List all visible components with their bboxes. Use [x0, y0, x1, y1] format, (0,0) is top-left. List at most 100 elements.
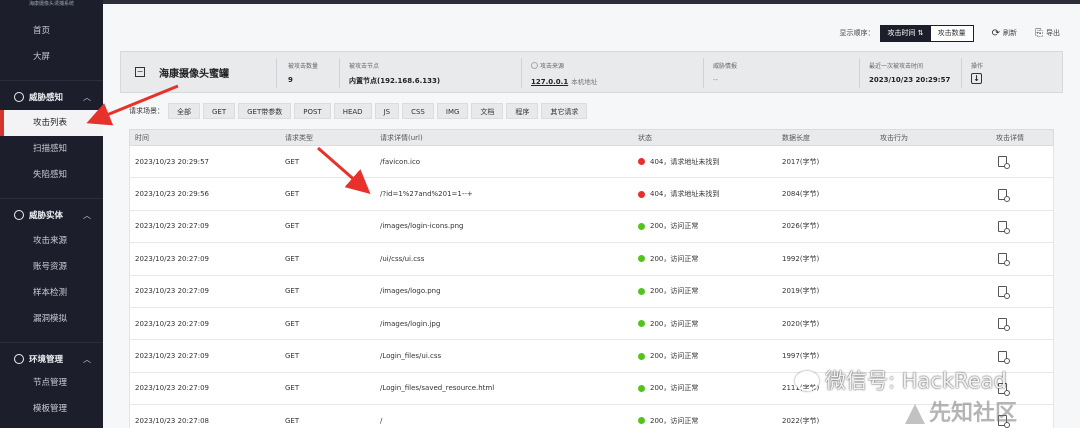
attack-detail-icon[interactable]	[998, 156, 1010, 170]
cell-type: GET	[285, 384, 300, 393]
table-row[interactable]: 2023/10/23 20:29:56 GET /?id=1%27and%201=1…	[129, 178, 1054, 211]
cell-status: 200，访问正常	[638, 243, 698, 274]
cell-url: /favicon.ico	[380, 157, 421, 166]
cell-type: GET	[285, 222, 300, 231]
filter-chip-img[interactable]: IMG	[436, 103, 469, 119]
cell-detail	[998, 243, 1010, 274]
cell-time: 2023/10/23 20:27:08	[135, 416, 210, 425]
status-dot	[638, 417, 645, 425]
cell-status: 404，请求地址未找到	[638, 146, 719, 177]
threat-entity-icon	[14, 210, 24, 220]
status-dot	[638, 255, 645, 263]
cell-type: GET	[285, 254, 300, 263]
cell-url: /images/login.jpg	[380, 319, 441, 328]
attack-detail-icon[interactable]	[998, 350, 1010, 364]
filter-chip-js[interactable]: JS	[374, 103, 400, 119]
cell-status: 200，访问正常	[638, 211, 698, 242]
sidebar-group-threat-entity[interactable]: 威胁实体 ︿	[0, 203, 103, 229]
cell-length: 2020(字节)	[782, 319, 820, 328]
cell-type: GET	[285, 190, 300, 199]
sidebar-item-attack-list[interactable]: 攻击列表	[0, 110, 103, 136]
cell-length: 2026(字节)	[782, 222, 820, 231]
sidebar-item-node-management[interactable]: 节点管理	[0, 370, 103, 396]
request-scene-filter: 请求场景： 全部 GET GET带参数 POST HEAD JS CSS IMG…	[129, 103, 590, 119]
cell-url: /images/login-icons.png	[380, 222, 464, 231]
cell-type: GET	[285, 416, 300, 425]
filter-chip-post[interactable]: POST	[294, 103, 331, 119]
sidebar-item-bigscreen[interactable]: 大屏	[0, 44, 103, 70]
filter-chip-document[interactable]: 文档	[471, 103, 504, 119]
status-dot	[638, 190, 645, 198]
sidebar-item-sample-detection[interactable]: 样本检测	[0, 280, 103, 306]
cell-status: 200，访问正常	[638, 405, 698, 428]
filter-chip-get-params[interactable]: GET带参数	[238, 103, 292, 119]
filter-chip-program[interactable]: 程序	[506, 103, 539, 119]
cell-status: 200，访问正常	[638, 308, 698, 339]
filter-chip-other[interactable]: 其它请求	[541, 103, 588, 119]
card-separator	[703, 58, 704, 88]
attack-detail-icon[interactable]	[998, 220, 1010, 234]
refresh-button[interactable]: ⟳ 刷新	[992, 28, 1017, 39]
source-ip-link[interactable]: 127.0.0.1	[531, 78, 568, 86]
threat-perception-icon	[14, 92, 24, 102]
status-dot	[638, 352, 645, 360]
sidebar-group-threat-perception[interactable]: 威胁感知 ︿	[0, 85, 103, 111]
source-icon	[531, 62, 538, 69]
order-segmented-control: 攻击时间 ⇅ 攻击数量	[879, 24, 974, 42]
cell-url: /?id=1%27and%201=1--+	[380, 190, 473, 199]
cell-status: 200，访问正常	[638, 340, 698, 371]
order-by-time-button[interactable]: 攻击时间 ⇅	[880, 25, 931, 41]
cell-status: 200，访问正常	[638, 373, 698, 404]
toolbar: 显示顺序： 攻击时间 ⇅ 攻击数量 ⟳ 刷新 ⎘ 导出	[840, 24, 1060, 42]
status-dot	[638, 384, 645, 392]
cell-time: 2023/10/23 20:29:56	[135, 190, 210, 199]
main-content: 显示顺序： 攻击时间 ⇅ 攻击数量 ⟳ 刷新 ⎘ 导出 − 海康摄像头蜜罐 被攻…	[103, 0, 1080, 428]
export-button[interactable]: ⎘ 导出	[1035, 28, 1060, 39]
cell-url: /Login_files/saved_resource.html	[380, 384, 495, 393]
cell-time: 2023/10/23 20:27:09	[135, 222, 210, 231]
honeypot-summary-card: − 海康摄像头蜜罐 被攻击数量 9 被攻击节点 内置节点(192.168.6.1…	[120, 51, 1063, 93]
sidebar-item-scan-perception[interactable]: 扫描感知	[0, 136, 103, 162]
filter-chip-get[interactable]: GET	[203, 103, 236, 119]
order-by-count-button[interactable]: 攻击数量	[930, 25, 973, 41]
attack-detail-icon[interactable]	[998, 318, 1010, 332]
collapse-icon[interactable]: −	[135, 67, 145, 77]
table-row[interactable]: 2023/10/23 20:27:09 GET/images/logo.png 20…	[129, 275, 1054, 308]
sidebar-item-account-resource[interactable]: 账号资源	[0, 254, 103, 280]
cell-type: GET	[285, 352, 300, 361]
column-header-detail: 攻击详情	[996, 133, 1024, 142]
filter-chip-head[interactable]: HEAD	[333, 103, 372, 119]
cell-length: 1992(字节)	[782, 254, 820, 263]
honeypot-title: 海康摄像头蜜罐	[159, 69, 229, 80]
download-icon[interactable]: ↓	[971, 73, 982, 84]
table-row[interactable]: 2023/10/23 20:29:57 GET/favicon.ico 404，请求…	[129, 146, 1054, 179]
table-row[interactable]: 2023/10/23 20:27:09 GET/ui/css/ui.css 200，…	[129, 243, 1054, 276]
attack-detail-icon[interactable]	[998, 253, 1010, 267]
attack-detail-icon[interactable]	[998, 188, 1010, 202]
table-row[interactable]: 2023/10/23 20:27:09 GET/images/login.jpg 2…	[129, 307, 1054, 341]
filter-chip-all[interactable]: 全部	[168, 103, 200, 119]
status-dot	[638, 158, 645, 166]
table-row[interactable]: 2023/10/23 20:27:09 GET/images/login-icon…	[129, 210, 1054, 244]
sidebar-item-home[interactable]: 首页	[0, 18, 103, 44]
attack-detail-icon[interactable]	[998, 285, 1010, 299]
column-header-time: 时间	[135, 133, 149, 142]
attacked-node-field: 被攻击节点 内置节点(192.168.6.133)	[349, 63, 441, 85]
chevron-up-icon: ︿	[83, 93, 91, 102]
cell-url: /ui/css/ui.css	[380, 254, 425, 263]
cell-status: 404，请求地址未找到	[638, 178, 719, 209]
filter-chip-css[interactable]: CSS	[402, 103, 434, 119]
cell-time: 2023/10/23 20:27:09	[135, 254, 210, 263]
status-dot	[638, 222, 645, 230]
status-dot	[638, 320, 645, 328]
cell-time: 2023/10/23 20:27:09	[135, 287, 210, 296]
xianzhi-logo-icon	[905, 404, 925, 424]
sidebar-item-template-management[interactable]: 模板管理	[0, 396, 103, 422]
column-header-status: 状态	[638, 133, 652, 142]
column-header-behavior: 攻击行为	[880, 133, 908, 142]
sidebar-item-compromise-perception[interactable]: 失陷感知	[0, 162, 103, 188]
cell-time: 2023/10/23 20:27:09	[135, 352, 210, 361]
cell-detail	[998, 276, 1010, 307]
sidebar-item-vuln-simulation[interactable]: 漏洞模拟	[0, 306, 103, 332]
sidebar-item-attack-source[interactable]: 攻击来源	[0, 228, 103, 254]
